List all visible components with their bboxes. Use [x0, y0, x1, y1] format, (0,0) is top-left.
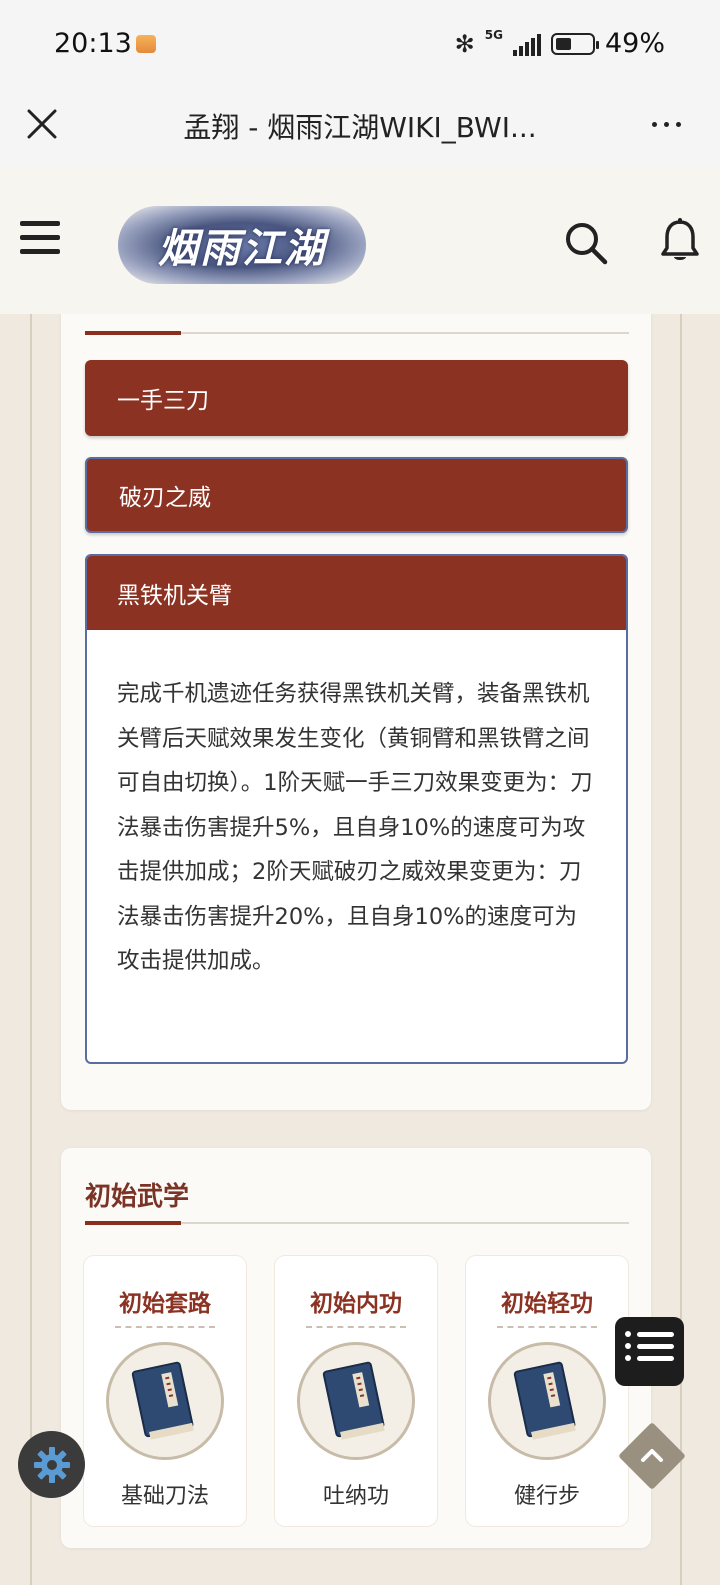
- page-rail-left: [30, 314, 32, 1585]
- page-title: 孟翔 - 烟雨江湖WIKI_BWI...: [183, 111, 537, 144]
- notification-button[interactable]: [660, 218, 700, 264]
- skill-name: 健行步: [513, 1484, 580, 1509]
- skill-divider: [306, 1326, 406, 1328]
- search-icon: [566, 223, 608, 265]
- page-rail-right: [680, 314, 682, 1585]
- skill-divider: [115, 1326, 215, 1328]
- talent-item-1[interactable]: 一手三刀: [85, 360, 628, 436]
- initial-skills-card: 初始武学 初始套路 基础刀法 初始内功 吐纳功 初始轻功 健行步: [61, 1148, 651, 1548]
- skill-category: 初始轻功: [501, 1291, 593, 1317]
- skill-card-routine[interactable]: 初始套路 基础刀法: [84, 1256, 246, 1526]
- battery-icon: [550, 32, 599, 55]
- site-logo[interactable]: 烟雨江湖: [118, 206, 366, 284]
- gear-icon: [33, 1446, 70, 1483]
- menu-button[interactable]: [20, 221, 60, 257]
- site-header: 烟雨江湖: [0, 166, 720, 314]
- close-button[interactable]: [22, 104, 62, 144]
- more-icon: [651, 121, 657, 127]
- section-divider-accent: [85, 331, 181, 335]
- skill-book-icon[interactable]: [297, 1342, 415, 1460]
- table-of-contents-button[interactable]: [615, 1317, 684, 1386]
- logo-text: 烟雨江湖: [158, 225, 326, 272]
- section-divider-accent: [85, 1221, 181, 1225]
- talent-item-3-expanded: 黑铁机关臂 完成千机遗迹任务获得黑铁机关臂，装备黑铁机关臂后天赋效果发生变化（黄…: [85, 554, 628, 1064]
- close-icon: [27, 109, 57, 139]
- browser-title-bar: 孟翔 - 烟雨江湖WIKI_BWI...: [0, 90, 720, 166]
- skill-card-internal[interactable]: 初始内功 吐纳功: [275, 1256, 437, 1526]
- talent-item-2[interactable]: 破刃之威: [85, 457, 628, 533]
- skill-book-icon[interactable]: [106, 1342, 224, 1460]
- status-indicators: ✻ 5G 49%: [455, 28, 665, 59]
- talents-card: 一手三刀 破刃之威 黑铁机关臂 完成千机遗迹任务获得黑铁机关臂，装备黑铁机关臂后…: [61, 290, 651, 1110]
- skill-card-lightness[interactable]: 初始轻功 健行步: [466, 1256, 628, 1526]
- more-options-button[interactable]: [644, 104, 688, 144]
- skill-name: 基础刀法: [120, 1484, 209, 1509]
- network-type: 5G: [484, 28, 503, 42]
- skill-category: 初始内功: [310, 1291, 402, 1317]
- skill-book-icon[interactable]: [488, 1342, 606, 1460]
- battery-percent: 49%: [604, 28, 665, 59]
- fan-icon: ✻: [454, 29, 475, 58]
- settings-button[interactable]: [18, 1431, 85, 1498]
- status-bar: 20:13 ✻ 5G 49%: [0, 0, 720, 90]
- skill-name: 吐纳功: [322, 1484, 389, 1509]
- skill-category: 初始套路: [119, 1291, 211, 1317]
- initial-skills-title: 初始武学: [85, 1182, 190, 1212]
- talent-item-3-content: 完成千机遗迹任务获得黑铁机关臂，装备黑铁机关臂后天赋效果发生变化（黄铜臂和黑铁臂…: [117, 681, 593, 974]
- search-button[interactable]: [564, 221, 608, 265]
- wallet-app-icon: [136, 35, 156, 53]
- chevron-up-icon: [641, 1449, 663, 1462]
- skill-divider: [497, 1326, 597, 1328]
- status-time: 20:13: [54, 28, 132, 59]
- talent-item-3-header[interactable]: 黑铁机关臂: [87, 556, 626, 630]
- signal-icon: [512, 32, 541, 56]
- bell-icon: [661, 218, 699, 260]
